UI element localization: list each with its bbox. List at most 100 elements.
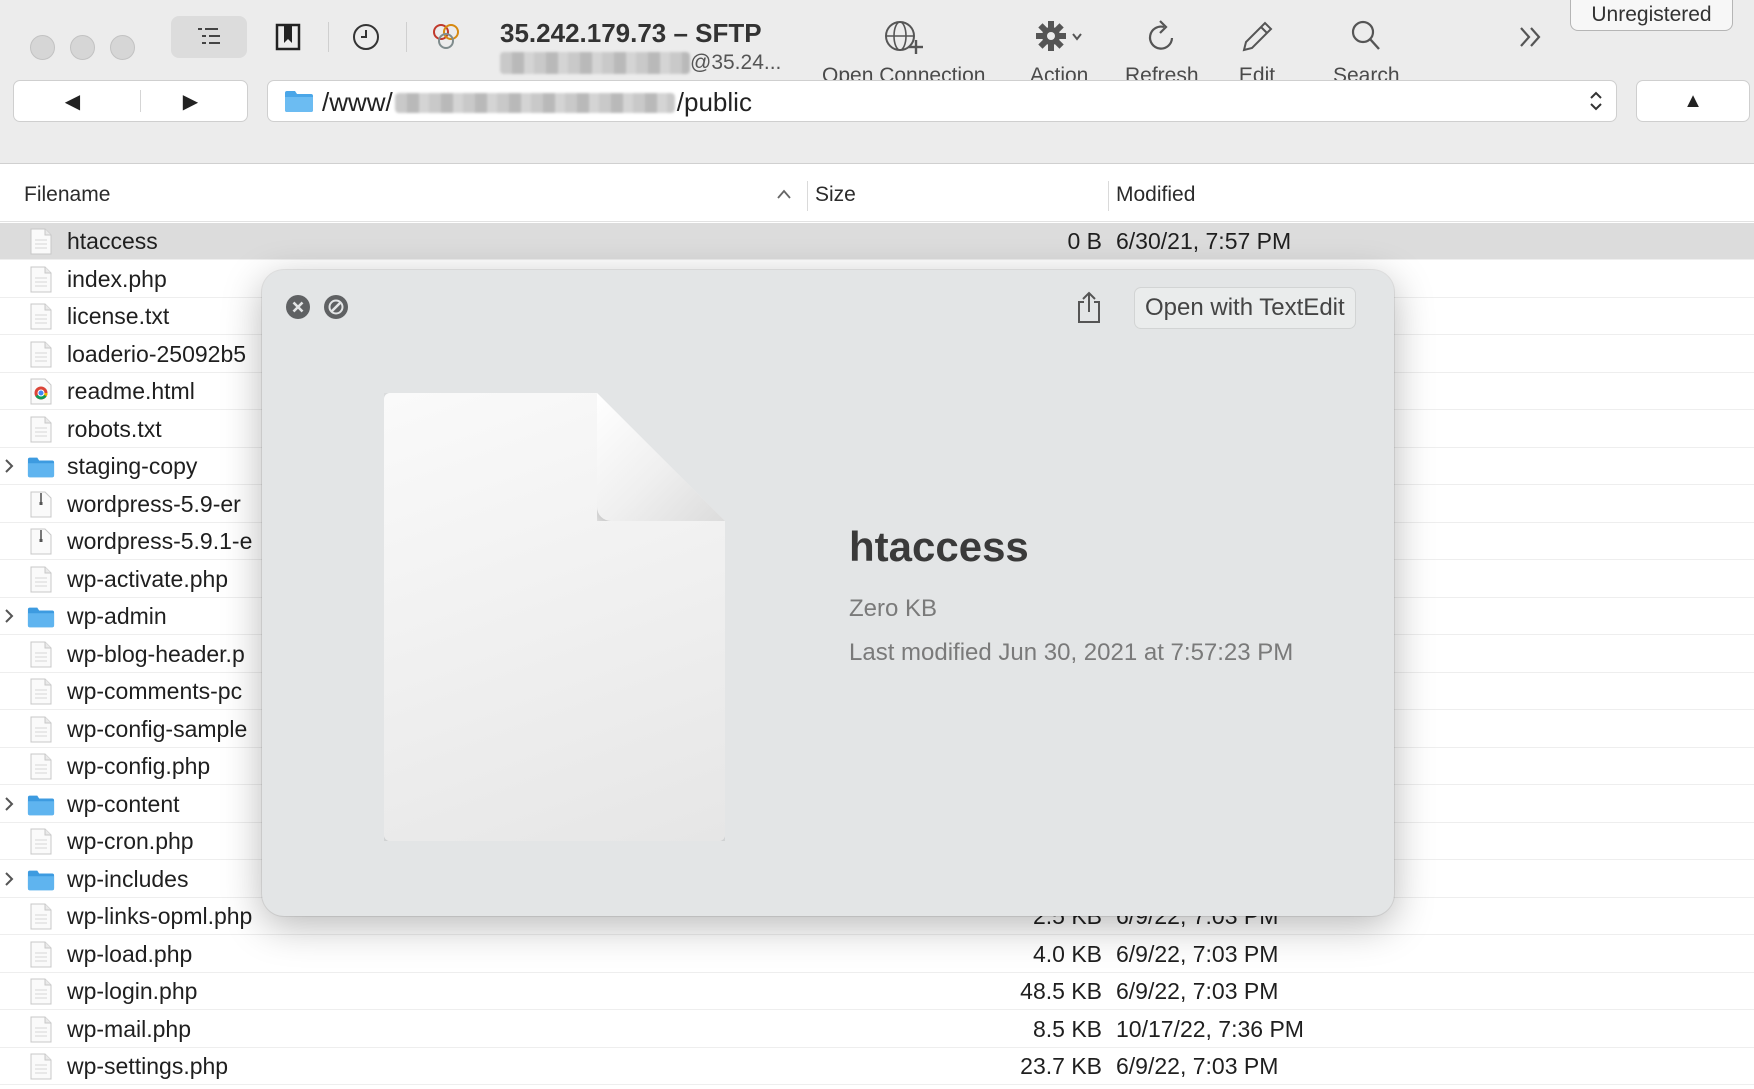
folder-icon bbox=[27, 795, 55, 815]
disclosure-chevron-icon[interactable] bbox=[3, 457, 15, 475]
folder-icon bbox=[27, 870, 55, 890]
open-with-textedit-button[interactable]: Open with TextEdit bbox=[1134, 287, 1356, 329]
document-icon bbox=[30, 416, 52, 442]
file-modified: 6/9/22, 7:03 PM bbox=[1116, 1053, 1279, 1079]
clock-icon bbox=[353, 24, 379, 50]
folder-icon bbox=[285, 91, 313, 112]
document-icon bbox=[30, 978, 52, 1005]
archive-icon bbox=[30, 491, 52, 517]
file-name: wordpress-5.9.1-e bbox=[67, 528, 253, 554]
document-icon bbox=[30, 266, 52, 292]
file-name: wp-login.php bbox=[67, 978, 198, 1004]
toolbar-overflow-button[interactable] bbox=[1512, 18, 1550, 56]
open-connection-button[interactable]: Open Connection bbox=[822, 18, 985, 88]
preview-modified-date: Last modified Jun 30, 2021 at 7:57:23 PM bbox=[849, 639, 1294, 666]
folder-icon bbox=[27, 607, 55, 628]
document-icon bbox=[30, 903, 52, 930]
bonjour-icon bbox=[433, 24, 459, 49]
search-button[interactable]: Search bbox=[1333, 18, 1400, 88]
filename-column-header[interactable]: Filename bbox=[24, 183, 110, 207]
close-preview-icon[interactable] bbox=[285, 294, 311, 320]
bonjour-button[interactable] bbox=[424, 16, 468, 58]
file-name: readme.html bbox=[67, 378, 195, 404]
zoom-window-button[interactable] bbox=[110, 35, 135, 60]
file-name: robots.txt bbox=[67, 415, 162, 442]
document-icon bbox=[30, 753, 52, 780]
close-window-button[interactable] bbox=[30, 35, 55, 60]
file-modified: 6/9/22, 7:03 PM bbox=[1116, 940, 1279, 967]
back-forward-segment: ◀ ▶ bbox=[13, 80, 248, 122]
file-name: wp-activate.php bbox=[67, 565, 229, 592]
bookmarks-button[interactable] bbox=[268, 16, 308, 58]
refresh-icon bbox=[1148, 20, 1173, 50]
file-list-header: Filename Size Modified bbox=[0, 171, 1754, 222]
bookmark-icon bbox=[275, 23, 301, 51]
disclosure-chevron-icon[interactable] bbox=[3, 795, 15, 813]
quick-look-panel: Open with TextEdit htaccess Zero KB Last… bbox=[262, 270, 1394, 916]
file-name: wp-comments-pc bbox=[67, 678, 243, 704]
document-preview-icon bbox=[384, 393, 725, 841]
document-icon bbox=[30, 1053, 52, 1080]
connection-title: 35.242.179.73 – SFTP bbox=[500, 18, 762, 48]
disclosure-chevron-icon[interactable] bbox=[3, 870, 15, 888]
file-name: wp-config.php bbox=[67, 753, 211, 779]
file-name: htaccess bbox=[67, 228, 158, 254]
minimize-window-button[interactable] bbox=[70, 35, 95, 60]
sort-ascending-icon bbox=[777, 189, 791, 199]
unregistered-badge[interactable]: Unregistered bbox=[1570, 0, 1733, 31]
file-name: index.php bbox=[67, 265, 167, 292]
disclosure-chevron-icon[interactable] bbox=[3, 607, 15, 625]
document-icon bbox=[30, 228, 52, 255]
file-row[interactable]: wp-mail.php 8.5 KB 10/17/22, 7:36 PM bbox=[0, 1011, 1754, 1048]
file-row[interactable]: wp-settings.php 23.7 KB 6/9/22, 7:03 PM bbox=[0, 1048, 1754, 1085]
gear-icon bbox=[1036, 21, 1082, 51]
file-size: 4.0 KB bbox=[1032, 940, 1102, 967]
file-name: wordpress-5.9-er bbox=[67, 490, 241, 517]
file-row[interactable]: wp-load.php 4.0 KB 6/9/22, 7:03 PM bbox=[0, 936, 1754, 973]
folder-icon bbox=[27, 457, 55, 478]
file-name: wp-mail.php bbox=[67, 1015, 191, 1042]
up-down-chevron-icon bbox=[1590, 91, 1602, 111]
action-button[interactable]: Action bbox=[1030, 18, 1088, 88]
size-column-header[interactable]: Size bbox=[815, 183, 856, 207]
parent-directory-button[interactable]: ▲ bbox=[1636, 80, 1750, 122]
file-size: 48.5 KB bbox=[1020, 978, 1102, 1004]
history-button[interactable] bbox=[346, 16, 386, 58]
browser-view-button[interactable] bbox=[171, 16, 247, 58]
outline-view-icon bbox=[198, 28, 220, 44]
double-chevron-right-icon bbox=[1520, 27, 1541, 47]
connection-subtitle: @35.24... bbox=[500, 51, 781, 75]
globe-plus-icon bbox=[884, 21, 923, 54]
document-icon bbox=[30, 941, 52, 967]
back-button[interactable]: ◀ bbox=[14, 81, 131, 121]
current-path: /www/ /public bbox=[322, 87, 752, 118]
file-name: wp-settings.php bbox=[67, 1053, 229, 1079]
document-icon bbox=[30, 303, 52, 330]
preview-file-name: htaccess bbox=[849, 523, 1029, 570]
edit-button[interactable]: Edit bbox=[1238, 18, 1276, 88]
file-modified: 6/30/21, 7:57 PM bbox=[1116, 228, 1292, 254]
share-icon[interactable] bbox=[1075, 290, 1103, 324]
file-name: loaderio-25092b5 bbox=[67, 340, 247, 367]
file-name: wp-admin bbox=[67, 603, 167, 629]
file-size: 0 B bbox=[1067, 228, 1102, 254]
document-icon bbox=[30, 341, 52, 367]
connection-host-suffix: @35.24... bbox=[690, 51, 782, 74]
modified-column-header[interactable]: Modified bbox=[1116, 183, 1195, 207]
file-name: wp-links-opml.php bbox=[67, 903, 253, 929]
document-fold bbox=[597, 393, 725, 521]
file-row[interactable]: htaccess 0 B 6/30/21, 7:57 PM bbox=[0, 223, 1754, 260]
file-row[interactable]: wp-login.php 48.5 KB 6/9/22, 7:03 PM bbox=[0, 973, 1754, 1010]
forward-button[interactable]: ▶ bbox=[132, 81, 249, 121]
magnifier-icon bbox=[1352, 20, 1381, 50]
document-icon bbox=[30, 641, 52, 667]
file-name: staging-copy bbox=[67, 453, 198, 479]
refresh-button[interactable]: Refresh bbox=[1125, 18, 1199, 88]
toolbar: 35.242.179.73 – SFTP @35.24... Open Conn… bbox=[0, 0, 1754, 164]
file-name: wp-content bbox=[67, 790, 180, 817]
fullscreen-preview-icon[interactable] bbox=[323, 294, 349, 320]
file-name: wp-load.php bbox=[67, 940, 193, 967]
document-icon bbox=[30, 828, 52, 855]
document-icon bbox=[30, 566, 52, 592]
redacted-username bbox=[500, 52, 690, 74]
